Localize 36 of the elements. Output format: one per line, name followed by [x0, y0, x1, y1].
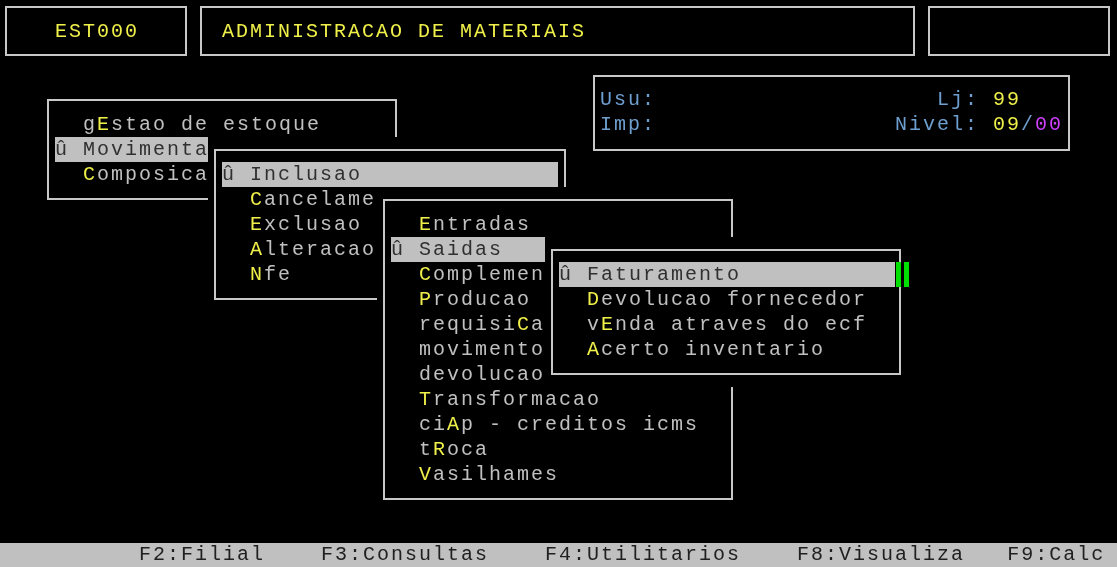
title-panel: ADMINISTRACAO DE MATERIAIS	[200, 6, 915, 56]
menu-item[interactable]: Nfe	[250, 262, 293, 287]
field-label: Usu:	[600, 87, 656, 112]
menu-item[interactable]: t Roca	[419, 437, 490, 462]
field-label: Nivel:	[895, 112, 979, 137]
menu-item[interactable]: devolucao	[419, 362, 546, 387]
function-key[interactable]: F9:Calc	[1007, 543, 1106, 567]
menu-item[interactable]: Composica	[83, 162, 210, 187]
menu-item[interactable]: vEnda atraves do ecf	[587, 312, 868, 337]
menu-item[interactable]: û Movimenta	[55, 137, 209, 162]
menu-item[interactable]: Alteracao	[250, 237, 377, 262]
field-label: Imp:	[600, 112, 656, 137]
menu-item[interactable]: Entradas	[419, 212, 532, 237]
menu-item[interactable]: Devolucao fornecedor	[587, 287, 868, 312]
function-key[interactable]: F8:Visualiza	[797, 543, 966, 567]
function-key[interactable]: F3:Consultas	[321, 543, 490, 567]
field-value: 99	[993, 87, 1021, 112]
function-key[interactable]: F2:Filial	[139, 543, 266, 567]
function-key[interactable]: F4:Utilitarios	[545, 543, 742, 567]
menu-item[interactable]: gEstao de estoque	[83, 112, 322, 137]
menu-item[interactable]: Acerto inventario	[587, 337, 826, 362]
menu-item[interactable]: ciAp - creditos icms	[419, 412, 700, 437]
menu-item[interactable]: movimento	[419, 337, 546, 362]
menu-item[interactable]: requisiCa	[419, 312, 546, 337]
menu-item[interactable]: û Inclusao	[222, 162, 558, 187]
field-value: 09/00	[993, 112, 1064, 137]
menu-item[interactable]: û Faturamento	[559, 262, 895, 287]
menu-item[interactable]: Complemen	[419, 262, 546, 287]
menu-item[interactable]: Transformacao	[419, 387, 602, 412]
menu-item[interactable]: Cancelame	[250, 187, 377, 212]
menu-item[interactable]: P roducao	[419, 287, 532, 312]
menu-item[interactable]: Exclusao	[250, 212, 363, 237]
menu-item[interactable]: û Saidas	[391, 237, 545, 262]
program-code-panel: EST000	[5, 6, 187, 56]
menu-item[interactable]: Vasilhames	[419, 462, 560, 487]
field-label: Lj:	[937, 87, 979, 112]
